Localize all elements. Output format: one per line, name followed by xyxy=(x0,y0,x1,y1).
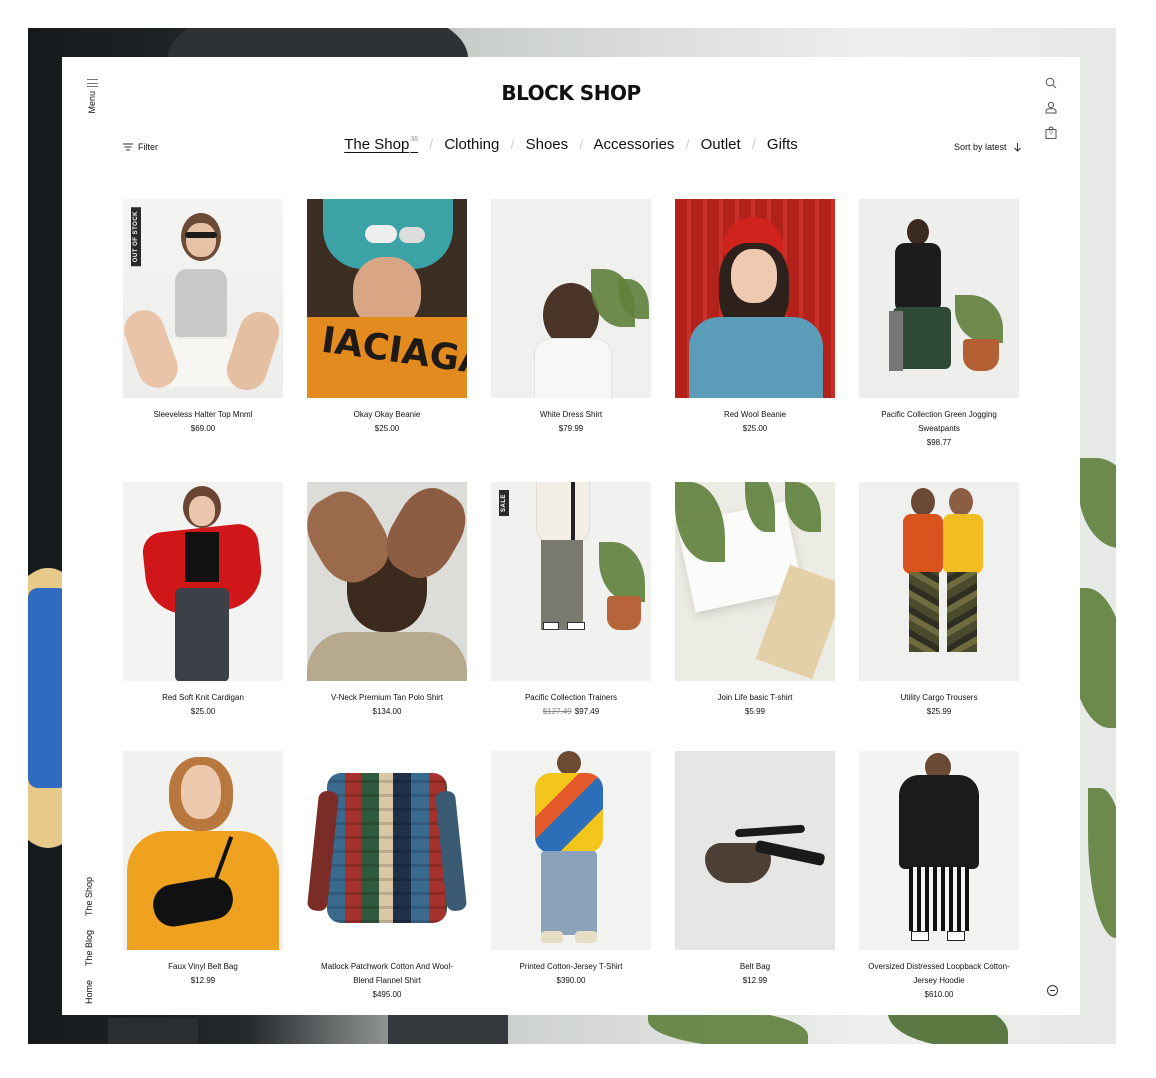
product-price: $25.99 xyxy=(926,707,952,716)
separator: / xyxy=(510,136,515,152)
product-price: $12.99 xyxy=(742,976,768,985)
side-nav: Home The Blog The Shop xyxy=(84,877,94,1004)
side-link-shop[interactable]: The Shop xyxy=(84,877,94,916)
sort-label: Sort by latest xyxy=(954,142,1007,152)
product-name: V-Neck Premium Tan Polo Shirt xyxy=(331,693,443,702)
product-name: Join Life basic T-shirt xyxy=(717,693,793,702)
product-name: White Dress Shirt xyxy=(539,410,603,419)
product-card[interactable]: V-Neck Premium Tan Polo Shirt $134.00 xyxy=(307,482,467,719)
product-image xyxy=(491,751,651,950)
separator: / xyxy=(685,136,690,152)
product-price: $25.00 xyxy=(190,707,216,716)
side-link-home[interactable]: Home xyxy=(84,980,94,1004)
product-price: $495.00 xyxy=(372,990,402,999)
product-card[interactable]: IACIAGA Okay Okay Beanie $25.00 xyxy=(307,199,467,436)
product-price: $79.99 xyxy=(558,424,584,433)
arrow-down-icon xyxy=(1013,142,1021,152)
product-image xyxy=(491,199,651,398)
account-icon[interactable] xyxy=(1045,101,1057,119)
product-price: $127.49 $97.49 xyxy=(491,705,651,719)
product-name: Sleeveless Halter Top Mnml xyxy=(153,410,253,419)
old-price: $127.49 xyxy=(542,707,572,716)
product-image xyxy=(859,199,1019,398)
product-image: IACIAGA xyxy=(307,199,467,398)
product-image xyxy=(307,482,467,681)
product-card[interactable]: Matlock Patchwork Cotton And Wool-Blend … xyxy=(307,751,467,1002)
product-card[interactable]: Oversized Distressed Loopback Cotton-Jer… xyxy=(859,751,1019,1002)
out-of-stock-badge: OUT OF STOCK xyxy=(131,207,141,267)
sort-dropdown[interactable]: Sort by latest xyxy=(954,142,1021,152)
product-image xyxy=(307,751,467,950)
tab-accessories[interactable]: Accessories xyxy=(594,136,675,153)
tab-shoes[interactable]: Shoes xyxy=(526,136,569,153)
tab-gifts[interactable]: Gifts xyxy=(767,136,798,153)
product-price: $69.00 xyxy=(190,424,216,433)
product-card[interactable]: Join Life basic T-shirt $5.99 xyxy=(675,482,835,719)
product-image xyxy=(675,751,835,950)
product-card[interactable]: Belt Bag $12.99 xyxy=(675,751,835,988)
separator: / xyxy=(751,136,756,152)
product-name: Printed Cotton-Jersey T-Shirt xyxy=(519,962,623,971)
product-name: Belt Bag xyxy=(739,962,771,971)
product-card[interactable]: Printed Cotton-Jersey T-Shirt $390.00 xyxy=(491,751,651,988)
product-name: Red Wool Beanie xyxy=(723,410,787,419)
product-name: Utility Cargo Trousers xyxy=(900,693,978,702)
product-name: Pacific Collection Trainers xyxy=(524,693,618,702)
tab-the-shop[interactable]: The Shop36 xyxy=(344,136,418,153)
shop-panel: Menu BLOCK SHOP 0 Filter The Shop36 / Cl… xyxy=(62,57,1080,1015)
product-image xyxy=(859,751,1019,950)
product-name: Faux Vinyl Belt Bag xyxy=(168,962,238,971)
product-image xyxy=(675,199,835,398)
category-nav: The Shop36 / Clothing / Shoes / Accessor… xyxy=(62,136,1080,153)
product-image xyxy=(123,751,283,950)
product-card[interactable]: Red Soft Knit Cardigan $25.00 xyxy=(123,482,283,719)
product-card[interactable]: Pacific Collection Green Jogging Sweatpa… xyxy=(859,199,1019,450)
tab-the-shop-label: The Shop xyxy=(344,136,410,153)
product-price: $12.99 xyxy=(190,976,216,985)
product-name: Red Soft Knit Cardigan xyxy=(162,693,244,702)
product-name: Oversized Distressed Loopback Cotton-Jer… xyxy=(868,962,1010,985)
product-count: 36 xyxy=(410,136,419,143)
tab-clothing[interactable]: Clothing xyxy=(444,136,499,153)
side-link-blog[interactable]: The Blog xyxy=(84,930,94,966)
product-price: $610.00 xyxy=(924,990,954,999)
product-price: $98.77 xyxy=(926,438,952,447)
header-icons: 0 xyxy=(1045,76,1057,144)
product-image xyxy=(123,482,283,681)
product-price: $390.00 xyxy=(556,976,586,985)
product-price: $25.00 xyxy=(742,424,768,433)
product-price: $134.00 xyxy=(372,707,402,716)
product-card[interactable]: Utility Cargo Trousers $25.99 xyxy=(859,482,1019,719)
tab-outlet[interactable]: Outlet xyxy=(701,136,741,153)
product-image: SALE xyxy=(491,482,651,681)
product-name: Matlock Patchwork Cotton And Wool-Blend … xyxy=(321,962,453,985)
sale-price: $97.49 xyxy=(574,707,600,716)
product-image xyxy=(859,482,1019,681)
separator: / xyxy=(429,136,434,152)
product-image xyxy=(675,482,835,681)
product-card[interactable]: OUT OF STOCK Sleeveless Halter Top Mnml … xyxy=(123,199,283,436)
product-price: $25.00 xyxy=(374,424,400,433)
product-card[interactable]: White Dress Shirt $79.99 xyxy=(491,199,651,436)
product-card[interactable]: Faux Vinyl Belt Bag $12.99 xyxy=(123,751,283,988)
product-name: Pacific Collection Green Jogging Sweatpa… xyxy=(881,410,997,433)
site-logo[interactable]: BLOCK SHOP xyxy=(62,81,1080,105)
search-icon[interactable] xyxy=(1045,76,1057,94)
product-name: Okay Okay Beanie xyxy=(353,410,421,419)
separator: / xyxy=(579,136,584,152)
chat-icon[interactable] xyxy=(1047,985,1058,996)
product-card[interactable]: SALE Pacific Collection Trainers $127.49… xyxy=(491,482,651,719)
sale-badge: SALE xyxy=(499,490,509,517)
product-card[interactable]: Red Wool Beanie $25.00 xyxy=(675,199,835,436)
product-price: $5.99 xyxy=(744,707,766,716)
product-image: OUT OF STOCK xyxy=(123,199,283,398)
